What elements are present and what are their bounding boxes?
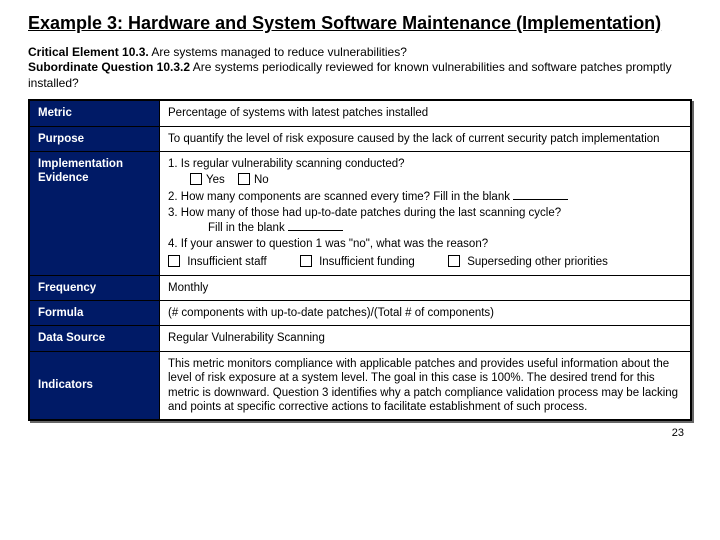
blank-field[interactable] — [513, 190, 568, 200]
yes-label: Yes — [206, 174, 225, 186]
metric-table: Metric Percentage of systems with latest… — [29, 100, 691, 420]
evidence-q2: 2. How many components are scanned every… — [168, 190, 682, 204]
purpose-value: To quantify the level of risk exposure c… — [160, 126, 691, 151]
page-title: Example 3: Hardware and System Software … — [28, 12, 692, 35]
table-row: Formula (# components with up-to-date pa… — [30, 301, 691, 326]
table-row: Purpose To quantify the level of risk ex… — [30, 126, 691, 151]
evidence-value: 1. Is regular vulnerability scanning con… — [160, 152, 691, 276]
datasource-label: Data Source — [30, 326, 160, 351]
table-row: Data Source Regular Vulnerability Scanni… — [30, 326, 691, 351]
indicators-value: This metric monitors compliance with app… — [160, 351, 691, 420]
evidence-q1: 1. Is regular vulnerability scanning con… — [168, 157, 682, 188]
blank-field[interactable] — [288, 221, 343, 231]
table-row: Indicators This metric monitors complian… — [30, 351, 691, 420]
critical-label: Critical Element 10.3. — [28, 45, 149, 59]
checkbox-no-icon[interactable] — [238, 173, 250, 185]
purpose-label: Purpose — [30, 126, 160, 151]
page-root: Example 3: Hardware and System Software … — [0, 0, 720, 445]
page-number: 23 — [28, 421, 692, 439]
q3-fill-text: Fill in the blank — [208, 222, 288, 234]
opt3-label: Superseding other priorities — [467, 256, 608, 268]
intro-block: Critical Element 10.3. Are systems manag… — [28, 45, 692, 92]
evidence-q4: 4. If your answer to question 1 was "no"… — [168, 237, 682, 251]
table-row: Metric Percentage of systems with latest… — [30, 101, 691, 126]
evidence-label: Implementation Evidence — [30, 152, 160, 276]
checkbox-icon[interactable] — [448, 255, 460, 267]
checkbox-icon[interactable] — [168, 255, 180, 267]
subq-label: Subordinate Question 10.3.2 — [28, 60, 190, 74]
q3-text: 3. How many of those had up-to-date patc… — [168, 207, 561, 219]
q2-text: 2. How many components are scanned every… — [168, 191, 513, 203]
metric-table-wrapper: Metric Percentage of systems with latest… — [28, 99, 692, 421]
metric-label: Metric — [30, 101, 160, 126]
checkbox-yes-icon[interactable] — [190, 173, 202, 185]
subordinate-question-line: Subordinate Question 10.3.2 Are systems … — [28, 60, 692, 91]
opt2-label: Insufficient funding — [319, 256, 415, 268]
frequency-label: Frequency — [30, 275, 160, 300]
reason-options: Insufficient staff Insufficient funding … — [168, 255, 682, 269]
critical-element-line: Critical Element 10.3. Are systems manag… — [28, 45, 692, 61]
table-row: Implementation Evidence 1. Is regular vu… — [30, 152, 691, 276]
frequency-value: Monthly — [160, 275, 691, 300]
checkbox-icon[interactable] — [300, 255, 312, 267]
formula-value: (# components with up-to-date patches)/(… — [160, 301, 691, 326]
formula-label: Formula — [30, 301, 160, 326]
datasource-value: Regular Vulnerability Scanning — [160, 326, 691, 351]
table-row: Frequency Monthly — [30, 275, 691, 300]
q4-text: 4. If your answer to question 1 was "no"… — [168, 238, 488, 250]
q1-text: 1. Is regular vulnerability scanning con… — [168, 158, 405, 170]
critical-text: Are systems managed to reduce vulnerabil… — [149, 45, 407, 59]
evidence-q3: 3. How many of those had up-to-date patc… — [168, 206, 682, 235]
opt1-label: Insufficient staff — [187, 256, 266, 268]
indicators-label: Indicators — [30, 351, 160, 420]
no-label: No — [254, 174, 269, 186]
metric-value: Percentage of systems with latest patche… — [160, 101, 691, 126]
